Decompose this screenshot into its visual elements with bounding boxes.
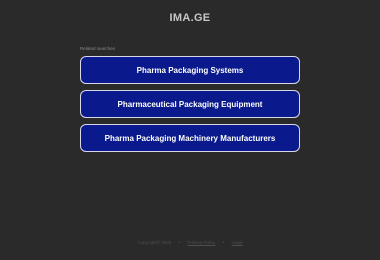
related-searches-label: Related searches — [80, 46, 116, 51]
related-search-button-1[interactable]: Pharma Packaging Systems — [80, 56, 300, 84]
privacy-policy-link[interactable]: Privacy Policy — [187, 240, 215, 245]
legal-link[interactable]: Legal — [232, 240, 243, 245]
related-searches-list: Pharma Packaging Systems Pharmaceutical … — [80, 56, 300, 158]
footer: Copyright© 2025 • Privacy Policy • Legal — [0, 240, 380, 245]
site-title: IMA.GE — [169, 12, 211, 24]
related-search-button-3[interactable]: Pharma Packaging Machinery Manufacturers — [80, 124, 300, 152]
copyright-text: Copyright© 2025 — [137, 240, 172, 245]
footer-separator: • — [178, 240, 181, 245]
related-search-button-2[interactable]: Pharmaceutical Packaging Equipment — [80, 90, 300, 118]
footer-separator: • — [222, 240, 225, 245]
page: IMA.GE Related searches Pharma Packaging… — [0, 0, 380, 260]
